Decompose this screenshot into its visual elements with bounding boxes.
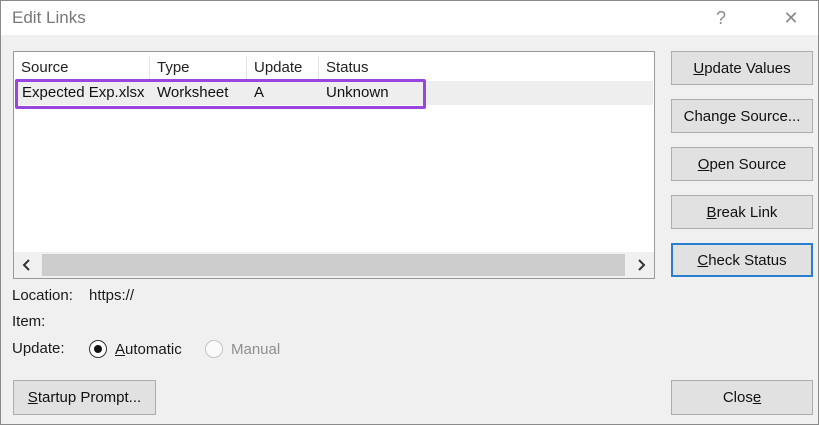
automatic-radio[interactable] (89, 340, 107, 358)
table-row[interactable]: Expected Exp.xlsx Worksheet A Unknown (15, 81, 653, 105)
column-header-source[interactable]: Source (14, 56, 150, 80)
automatic-label: utomatic (125, 341, 182, 358)
scroll-right-button[interactable] (628, 252, 654, 278)
change-source-label: e Source... (727, 107, 801, 125)
close-accesskey: e (752, 389, 762, 406)
dialog-title: Edit Links (12, 8, 86, 27)
title-close-button[interactable]: ✕ (771, 3, 811, 33)
automatic-radio-label[interactable]: Automatic (115, 341, 182, 358)
chevron-right-icon (638, 259, 646, 271)
break-link-accesskey: B (706, 203, 717, 221)
edit-links-dialog: Edit Links ? ✕ Source Type Update Status… (0, 0, 819, 425)
scroll-thumb[interactable] (42, 254, 625, 276)
close-label-pre: Clos (722, 389, 753, 406)
title-bar: Edit Links ? ✕ (1, 1, 818, 35)
help-icon: ? (715, 7, 726, 28)
break-link-label: reak Link (716, 203, 778, 221)
automatic-accesskey: A (115, 341, 126, 358)
chevron-left-icon (22, 259, 30, 271)
update-values-accesskey: U (693, 59, 705, 77)
change-source-label-pre: Chan (683, 107, 720, 125)
change-source-accesskey: g (719, 107, 728, 125)
cell-type: Worksheet (157, 84, 229, 101)
list-header: Source Type Update Status (14, 56, 654, 80)
column-header-update[interactable]: Update (247, 56, 319, 80)
location-value: https:// (89, 287, 135, 304)
links-list[interactable]: Source Type Update Status Expected Exp.x… (13, 51, 655, 279)
update-values-button[interactable]: Update Values (671, 51, 813, 85)
cell-source: Expected Exp.xlsx (22, 84, 145, 101)
startup-prompt-accesskey: S (27, 389, 38, 406)
update-values-label: pdate Values (704, 59, 791, 77)
break-link-button[interactable]: Break Link (671, 195, 813, 229)
open-source-label: pen Source (709, 155, 787, 173)
help-button[interactable]: ? (701, 3, 741, 33)
scroll-left-button[interactable] (14, 252, 40, 278)
manual-radio-label: Manual (231, 341, 281, 358)
check-status-label: heck Status (708, 251, 787, 269)
open-source-button[interactable]: Open Source (671, 147, 813, 181)
location-label: Location: (12, 287, 73, 304)
check-status-button[interactable]: Check Status (671, 243, 813, 277)
close-icon: ✕ (783, 7, 799, 28)
cell-status: Unknown (326, 84, 389, 101)
open-source-accesskey: O (697, 155, 710, 173)
startup-prompt-label: tartup Prompt... (37, 389, 142, 406)
item-label: Item: (12, 313, 46, 330)
change-source-button[interactable]: Chan g e Source... (671, 99, 813, 133)
column-header-type[interactable]: Type (150, 56, 247, 80)
update-label: Update: (12, 340, 65, 357)
column-header-status[interactable]: Status (319, 56, 654, 80)
cell-update: A (254, 84, 265, 101)
startup-prompt-button[interactable]: Startup Prompt... (13, 380, 156, 415)
manual-radio (205, 340, 223, 358)
close-button[interactable]: Clos e (671, 380, 813, 415)
check-status-accesskey: C (697, 251, 709, 269)
horizontal-scrollbar[interactable] (14, 252, 654, 278)
